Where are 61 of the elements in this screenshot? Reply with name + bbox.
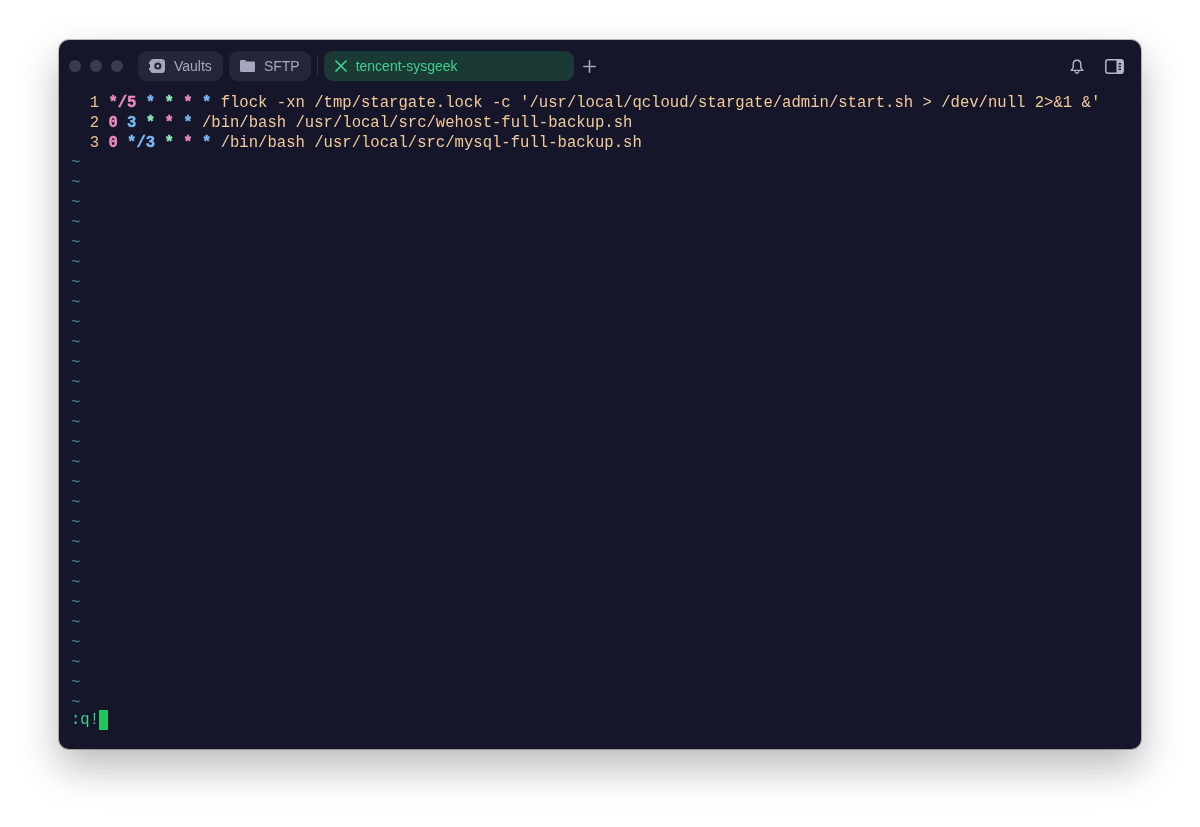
command-line-text: :q! — [71, 710, 100, 730]
empty-line-marker: ~ — [71, 273, 81, 293]
empty-line-marker: ~ — [71, 193, 81, 213]
empty-line-marker: ~ — [71, 693, 81, 713]
bell-icon[interactable] — [1070, 58, 1084, 74]
empty-line-marker: ~ — [71, 613, 81, 633]
schedule-field: * — [201, 93, 212, 113]
empty-line-marker: ~ — [71, 533, 81, 553]
command-text: /bin/bash /usr/local/src/mysql-full-backup.sh — [220, 133, 642, 153]
line-number: 2 — [88, 113, 100, 133]
schedule-field: * — [164, 113, 174, 133]
schedule-field: 0 — [108, 133, 118, 153]
command-text: flock -xn /tmp/stargate.lock -c '/usr/local/qcloud/stargate/admin/start.sh > /dev/null 2>&1 &' — [220, 93, 1101, 113]
empty-line-marker: ~ — [71, 393, 81, 413]
cursor-icon — [99, 710, 109, 730]
empty-line-marker: ~ — [71, 213, 81, 233]
empty-line-marker: ~ — [71, 253, 81, 273]
empty-line-marker: ~ — [71, 513, 81, 533]
tab[interactable]: Vaults — [138, 51, 223, 81]
vault-icon — [149, 59, 165, 73]
command-text: /bin/bash /usr/local/src/wehost-full-backup.sh — [201, 113, 633, 133]
schedule-field: * — [183, 93, 193, 113]
schedule-field: */3 — [127, 133, 156, 153]
folder-icon — [239, 60, 255, 72]
empty-line-marker: ~ — [71, 553, 81, 573]
empty-line-marker: ~ — [71, 453, 81, 473]
schedule-field: * — [164, 133, 174, 153]
empty-line-marker: ~ — [71, 153, 81, 173]
empty-line-marker: ~ — [71, 353, 81, 373]
empty-line-marker: ~ — [71, 293, 81, 313]
schedule-field: * — [201, 133, 212, 153]
tab[interactable]: tencent-sysgeek — [323, 51, 574, 81]
empty-line-marker: ~ — [71, 233, 81, 253]
empty-line-marker: ~ — [71, 673, 81, 693]
empty-line-marker: ~ — [71, 593, 81, 613]
empty-line-marker: ~ — [71, 493, 81, 513]
empty-line-marker: ~ — [71, 173, 81, 193]
panel-icon[interactable] — [1105, 58, 1124, 74]
empty-line-marker: ~ — [71, 573, 81, 593]
plus-icon — [582, 59, 596, 73]
schedule-field: * — [183, 133, 193, 153]
tab[interactable]: SFTP — [228, 51, 311, 81]
empty-line-marker: ~ — [71, 313, 81, 333]
schedule-field: 0 — [108, 113, 118, 133]
schedule-field: * — [183, 113, 193, 133]
empty-line-marker: ~ — [71, 333, 81, 353]
empty-line-marker: ~ — [71, 413, 81, 433]
schedule-field: * — [145, 93, 156, 113]
schedule-field: * — [145, 113, 156, 133]
schedule-field: */5 — [108, 93, 137, 113]
x-icon — [334, 60, 347, 72]
empty-line-marker: ~ — [71, 373, 81, 393]
empty-line-marker: ~ — [71, 473, 81, 493]
schedule-field: 3 — [127, 113, 137, 133]
new-tab-button[interactable] — [582, 59, 596, 73]
line-number: 3 — [88, 133, 100, 153]
empty-line-marker: ~ — [71, 433, 81, 453]
empty-line-marker: ~ — [71, 633, 81, 653]
schedule-field: * — [164, 93, 174, 113]
empty-line-marker: ~ — [71, 653, 81, 673]
line-number: 1 — [88, 93, 100, 113]
